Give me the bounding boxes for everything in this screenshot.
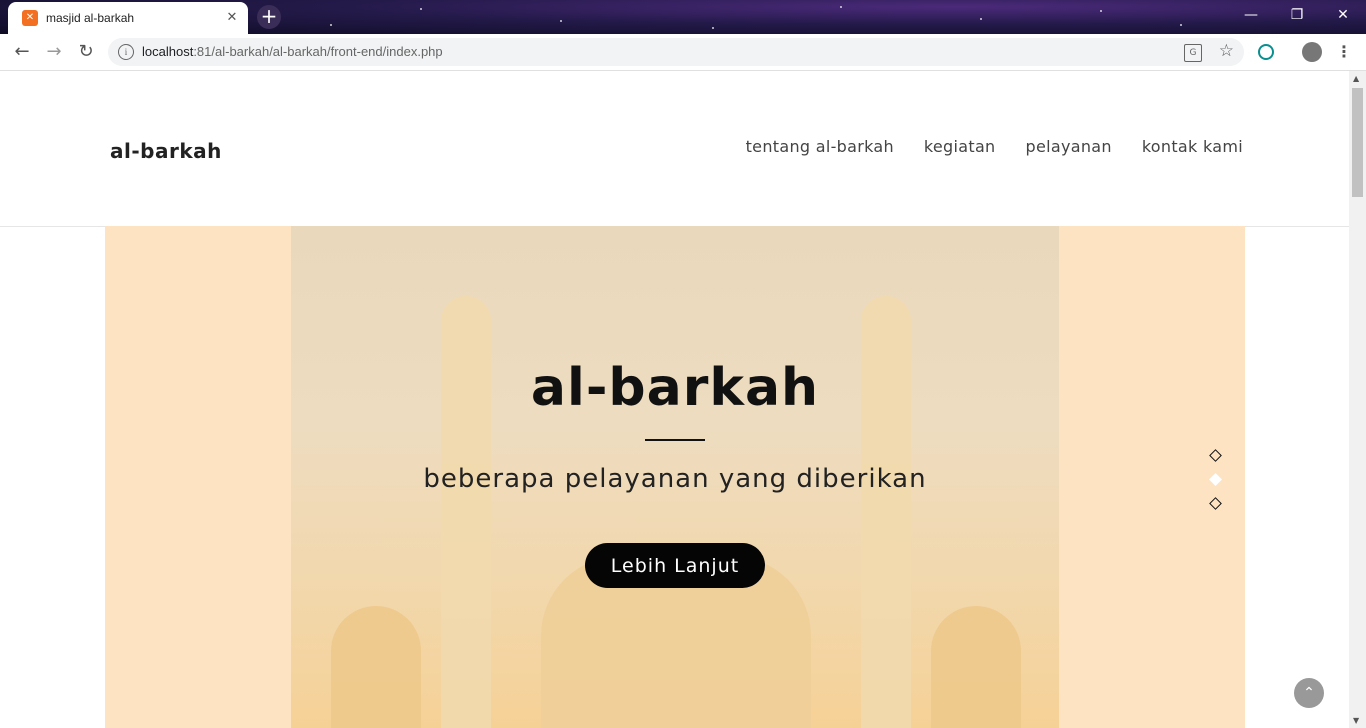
hero-slider: al-barkah beberapa pelayanan yang diberi… xyxy=(105,226,1245,728)
slide-dot-2[interactable] xyxy=(1209,473,1222,486)
reload-icon[interactable]: ↻ xyxy=(76,42,96,62)
main-nav: tentang al-barkah kegiatan pelayanan kon… xyxy=(746,137,1243,156)
minimize-icon[interactable]: — xyxy=(1228,0,1274,30)
close-icon[interactable]: ✕ xyxy=(1320,0,1366,30)
chevron-up-icon: ⌃ xyxy=(1303,685,1315,701)
nav-item-kontak[interactable]: kontak kami xyxy=(1142,137,1243,156)
browser-tab[interactable]: ✕ masjid al-barkah ✕ xyxy=(8,2,248,34)
nav-item-kegiatan[interactable]: kegiatan xyxy=(924,137,996,156)
restore-icon[interactable]: ❐ xyxy=(1274,0,1320,30)
hero-subtitle: beberapa pelayanan yang diberikan xyxy=(423,464,927,494)
window-controls: — ❐ ✕ xyxy=(1228,0,1366,30)
new-tab-button[interactable]: + xyxy=(257,5,281,29)
slide-dot-3[interactable] xyxy=(1209,497,1222,510)
back-to-top-button[interactable]: ⌃ xyxy=(1294,678,1324,708)
slider-pagination xyxy=(1209,449,1222,523)
info-icon[interactable]: i xyxy=(118,44,134,60)
translate-icon[interactable]: G xyxy=(1184,44,1202,62)
url-text[interactable]: localhost:81/al-barkah/al-barkah/front-e… xyxy=(142,44,443,59)
profile-avatar-icon[interactable] xyxy=(1302,42,1322,62)
site-header: al-barkah tentang al-barkah kegiatan pel… xyxy=(0,71,1349,227)
bookmark-star-icon[interactable]: ☆ xyxy=(1219,41,1234,61)
site-logo[interactable]: al-barkah xyxy=(110,139,222,163)
hero-title: al-barkah xyxy=(530,358,820,418)
browser-tab-strip: ✕ masjid al-barkah ✕ + — ❐ ✕ xyxy=(0,0,1366,34)
lebih-lanjut-button[interactable]: Lebih Lanjut xyxy=(585,543,765,588)
close-tab-icon[interactable]: ✕ xyxy=(224,10,240,26)
url-path: :81/al-barkah/al-barkah/front-end/index.… xyxy=(193,44,443,59)
hero-divider xyxy=(645,439,705,441)
extension-icon[interactable] xyxy=(1258,44,1274,60)
xampp-icon: ✕ xyxy=(22,10,38,26)
tab-title: masjid al-barkah xyxy=(46,11,135,25)
nav-item-tentang[interactable]: tentang al-barkah xyxy=(746,137,894,156)
scrollbar-thumb[interactable] xyxy=(1352,88,1363,197)
address-bar[interactable]: i localhost:81/al-barkah/al-barkah/front… xyxy=(108,38,1244,66)
browser-toolbar: ← → ↻ i localhost:81/al-barkah/al-barkah… xyxy=(0,34,1366,71)
nav-item-pelayanan[interactable]: pelayanan xyxy=(1026,137,1112,156)
url-host: localhost xyxy=(142,44,194,59)
scroll-down-icon[interactable]: ▼ xyxy=(1353,716,1359,725)
page-scrollbar[interactable]: ▲ ▼ xyxy=(1349,71,1366,728)
slide-dot-1[interactable] xyxy=(1209,449,1222,462)
scroll-up-icon[interactable]: ▲ xyxy=(1353,74,1359,83)
back-icon[interactable]: ← xyxy=(12,42,32,62)
browser-menu-icon[interactable]: ⋮ xyxy=(1336,42,1352,62)
forward-icon[interactable]: → xyxy=(44,42,64,62)
